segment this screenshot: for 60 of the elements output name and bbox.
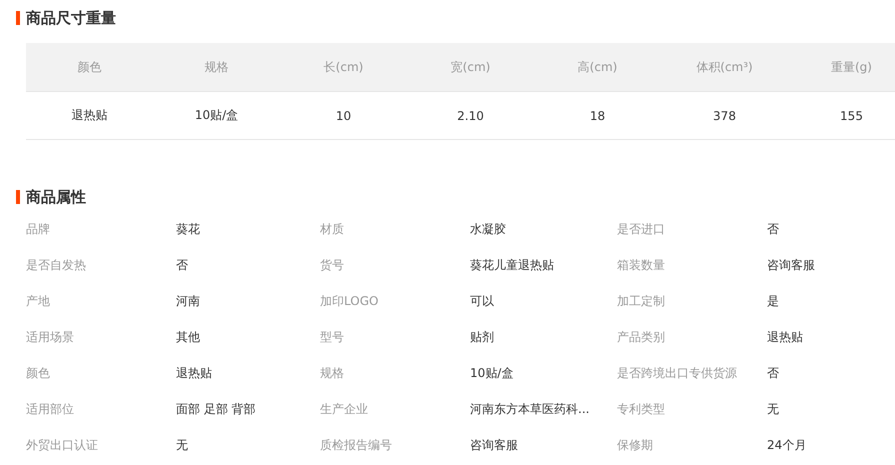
title-accent-bar (16, 11, 20, 25)
attribute-value: 贴剂 (470, 328, 495, 346)
attribute-value: 可以 (470, 292, 495, 310)
attribute-label: 是否自发热 (26, 256, 87, 274)
attribute-value: 否 (767, 220, 780, 238)
attribute-label: 保修期 (617, 436, 654, 454)
attribute-value: 咨询客服 (470, 436, 519, 454)
attribute-value: 河南东方本草医药科... (470, 400, 590, 418)
column-header: 宽(cm) (407, 43, 534, 92)
table-cell: 10 (280, 92, 407, 140)
attribute-value: 其他 (176, 328, 201, 346)
column-header: 颜色 (26, 43, 153, 92)
attribute-value: 否 (767, 364, 780, 382)
attribute-value: 无 (767, 400, 780, 418)
column-header: 规格 (153, 43, 280, 92)
table-cell: 155 (788, 92, 895, 140)
attribute-label: 产地 (26, 292, 51, 310)
attribute-label: 生产企业 (320, 400, 369, 418)
attribute-value: 葵花 (176, 220, 201, 238)
table-cell: 18 (534, 92, 661, 140)
attribute-label: 专利类型 (617, 400, 666, 418)
attribute-label: 颜色 (26, 364, 51, 382)
column-header: 高(cm) (534, 43, 661, 92)
column-header: 长(cm) (280, 43, 407, 92)
attribute-label: 材质 (320, 220, 345, 238)
table-cell: 10贴/盒 (153, 92, 280, 140)
attribute-label: 适用场景 (26, 328, 75, 346)
title-accent-bar (16, 190, 20, 204)
attribute-label: 加印LOGO (320, 292, 380, 310)
attribute-label: 适用部位 (26, 400, 75, 418)
attribute-value: 无 (176, 436, 189, 454)
attribute-label: 货号 (320, 256, 345, 274)
attribute-label: 型号 (320, 328, 345, 346)
attribute-label: 是否跨境出口专供货源 (617, 364, 738, 382)
attribute-value: 24个月 (767, 436, 808, 454)
table-cell: 2.10 (407, 92, 534, 140)
attribute-value: 咨询客服 (767, 256, 816, 274)
attribute-value: 河南 (176, 292, 201, 310)
attribute-label: 规格 (320, 364, 345, 382)
attribute-label: 是否进口 (617, 220, 666, 238)
attribute-label: 产品类别 (617, 328, 666, 346)
table-cell: 退热贴 (26, 92, 153, 140)
column-header: 体积(cm³) (661, 43, 788, 92)
attribute-value: 是 (767, 292, 780, 310)
attribute-value: 面部 足部 背部 (176, 400, 257, 418)
attribute-label: 品牌 (26, 220, 51, 238)
attribute-label: 质检报告编号 (320, 436, 393, 454)
attribute-label: 箱装数量 (617, 256, 666, 274)
table-cell: 378 (661, 92, 788, 140)
attribute-value: 退热贴 (176, 364, 213, 382)
attribute-value: 水凝胶 (470, 220, 507, 238)
attribute-label: 加工定制 (617, 292, 666, 310)
section-title: 商品属性 (26, 188, 86, 206)
section-title: 商品尺寸重量 (26, 8, 116, 28)
attribute-label: 外贸出口认证 (26, 436, 99, 454)
attribute-value: 葵花儿童退热贴 (470, 256, 555, 274)
attribute-value: 否 (176, 256, 189, 274)
attribute-value: 10贴/盒 (470, 364, 514, 382)
attribute-value: 退热贴 (767, 328, 804, 346)
column-header: 重量(g) (788, 43, 895, 92)
